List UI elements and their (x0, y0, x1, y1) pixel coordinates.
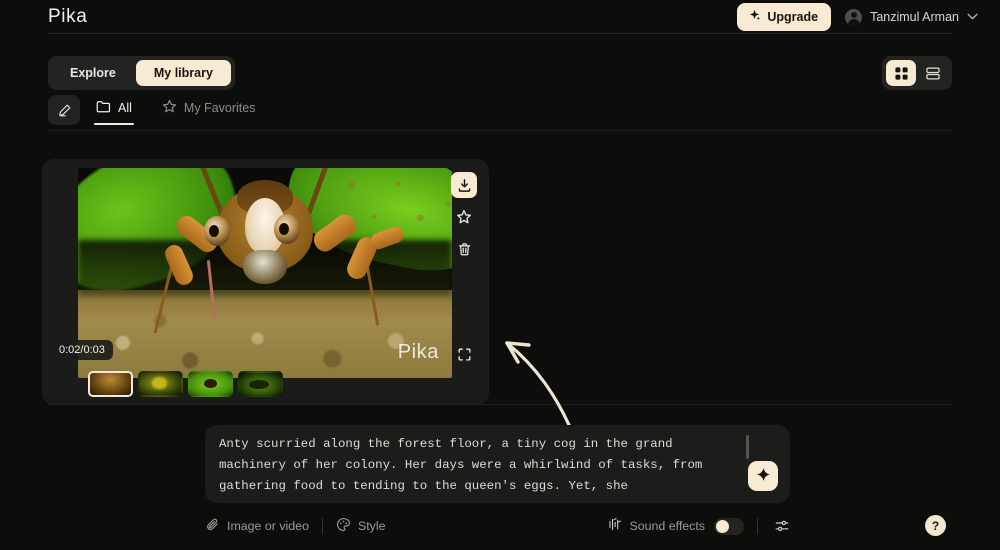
filter-tabs: All My Favorites (48, 95, 283, 125)
curved-arrow-icon (495, 333, 580, 433)
tab-my-favorites[interactable]: My Favorites (160, 95, 258, 125)
star-icon (162, 99, 177, 117)
fullscreen-icon[interactable] (451, 341, 477, 367)
pika-app-window: Pika Upgrade Tanzimul Arman (0, 0, 1000, 550)
favorite-star-icon[interactable] (451, 204, 477, 230)
help-button[interactable]: ? (925, 515, 946, 536)
video-action-buttons (451, 172, 477, 262)
library-segmented-control: Explore My library (48, 56, 235, 90)
palette-icon (336, 517, 351, 535)
thumbnail-1[interactable] (88, 371, 133, 397)
prompt-textarea[interactable]: Anty scurried along the forest floor, a … (219, 434, 744, 497)
prompt-scrollbar[interactable] (746, 435, 749, 459)
header-actions: Upgrade Tanzimul Arman (737, 3, 978, 31)
folder-icon (96, 100, 111, 117)
app-header: Pika Upgrade Tanzimul Arman (0, 0, 1000, 33)
video-time-badge: 0:02/0:03 (51, 340, 113, 360)
sound-effects-button[interactable]: Sound effects (607, 517, 705, 535)
grid-view-icon[interactable] (886, 60, 916, 86)
segment-explore[interactable]: Explore (52, 60, 134, 86)
tab-all[interactable]: All (94, 96, 134, 125)
thumbnail-2[interactable] (138, 371, 183, 397)
header-divider (48, 33, 952, 34)
paperclip-icon (205, 517, 220, 535)
user-name: Tanzimul Arman (870, 10, 959, 24)
user-menu[interactable]: Tanzimul Arman (845, 9, 978, 26)
chevron-down-icon (967, 12, 978, 23)
toolbar-divider-1 (322, 518, 323, 534)
section-divider (48, 404, 952, 405)
sound-effects-label: Sound effects (629, 519, 705, 533)
download-icon[interactable] (451, 172, 477, 198)
prompt-toolbar: Image or video Style Sound e (205, 512, 790, 540)
brand-logo[interactable]: Pika (48, 6, 87, 28)
avatar (845, 9, 862, 26)
image-or-video-label: Image or video (227, 519, 309, 533)
sparkle-icon (748, 9, 761, 25)
toggle-knob (716, 520, 729, 533)
audio-waveform-icon (607, 517, 622, 535)
style-label: Style (358, 519, 386, 533)
view-mode-toggle (882, 56, 952, 90)
tab-my-favorites-label: My Favorites (184, 101, 256, 115)
video-player[interactable]: Pika (78, 168, 452, 378)
image-or-video-button[interactable]: Image or video (205, 517, 309, 535)
prompt-input-container: Anty scurried along the forest floor, a … (205, 425, 790, 503)
list-view-icon[interactable] (918, 60, 948, 86)
tab-all-label: All (118, 101, 132, 115)
video-watermark: Pika (398, 341, 439, 364)
sound-effects-toggle[interactable] (714, 518, 744, 535)
trash-icon[interactable] (451, 236, 477, 262)
thumbnail-3[interactable] (188, 371, 233, 397)
upgrade-button[interactable]: Upgrade (737, 3, 831, 31)
thumbnail-4[interactable] (238, 371, 283, 397)
upgrade-label: Upgrade (767, 10, 818, 24)
style-button[interactable]: Style (336, 517, 386, 535)
video-frame-image (78, 168, 452, 378)
generate-button[interactable] (748, 461, 778, 491)
sparkle-icon (756, 467, 771, 485)
video-card: Pika 0:02/0:03 (42, 159, 489, 405)
pencil-icon[interactable] (48, 95, 80, 125)
segment-my-library[interactable]: My library (136, 60, 231, 86)
nav-divider (48, 130, 952, 131)
toolbar-divider-2 (757, 518, 758, 534)
settings-sliders-icon[interactable] (774, 518, 790, 534)
frame-thumbnails (88, 371, 283, 397)
